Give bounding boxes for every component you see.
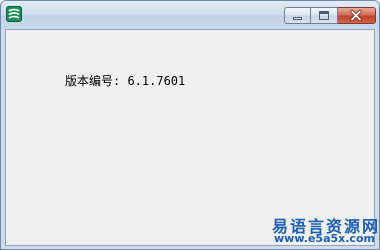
maximize-button[interactable] xyxy=(311,7,338,24)
version-label: 版本编号: 6.1.7601 xyxy=(65,74,186,88)
minimize-button[interactable] xyxy=(284,7,311,24)
title-bar[interactable] xyxy=(1,1,379,29)
app-window: 版本编号: 6.1.7601 易语言资源网 www.e5a5x.com xyxy=(0,0,380,250)
close-icon xyxy=(350,9,362,22)
close-button[interactable] xyxy=(338,7,376,24)
watermark-url: www.e5a5x.com xyxy=(274,232,375,245)
app-icon[interactable] xyxy=(6,6,22,22)
maximize-icon xyxy=(319,11,329,20)
client-area: 版本编号: 6.1.7601 易语言资源网 www.e5a5x.com xyxy=(5,29,378,246)
minimize-icon xyxy=(293,17,302,20)
